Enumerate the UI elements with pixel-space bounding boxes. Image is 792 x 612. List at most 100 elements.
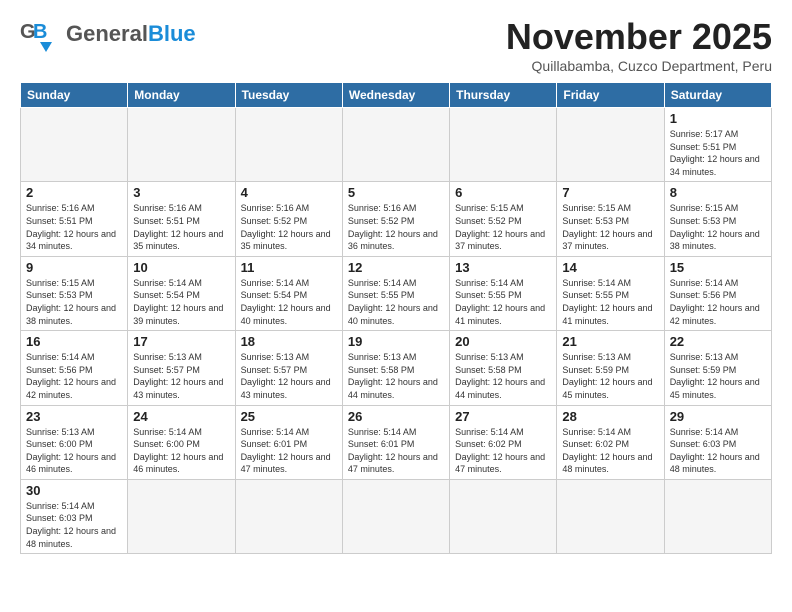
day-info: Sunrise: 5:14 AMSunset: 5:55 PMDaylight:…	[562, 277, 658, 327]
header-sunday: Sunday	[21, 83, 128, 108]
day-number: 9	[26, 260, 122, 275]
table-row: 25 Sunrise: 5:14 AMSunset: 6:01 PMDayligh…	[235, 405, 342, 479]
day-info: Sunrise: 5:14 AMSunset: 6:03 PMDaylight:…	[670, 426, 766, 476]
day-info: Sunrise: 5:13 AMSunset: 5:59 PMDaylight:…	[670, 351, 766, 401]
day-number: 29	[670, 409, 766, 424]
table-row: 9 Sunrise: 5:15 AMSunset: 5:53 PMDaylight…	[21, 256, 128, 330]
day-info: Sunrise: 5:14 AMSunset: 6:00 PMDaylight:…	[133, 426, 229, 476]
day-info: Sunrise: 5:16 AMSunset: 5:52 PMDaylight:…	[241, 202, 337, 252]
day-info: Sunrise: 5:14 AMSunset: 5:55 PMDaylight:…	[348, 277, 444, 327]
table-row: 19Sunrise: 5:13 AMSunset: 5:58 PMDayligh…	[342, 331, 449, 405]
day-info: Sunrise: 5:16 AMSunset: 5:51 PMDaylight:…	[26, 202, 122, 252]
day-info: Sunrise: 5:13 AMSunset: 5:57 PMDaylight:…	[241, 351, 337, 401]
table-row	[557, 479, 664, 553]
table-row: 20 Sunrise: 5:13 AMSunset: 5:58 PMDayligh…	[450, 331, 557, 405]
day-number: 23	[26, 409, 122, 424]
table-row: 17Sunrise: 5:13 AMSunset: 5:57 PMDayligh…	[128, 331, 235, 405]
day-info: Sunrise: 5:14 AMSunset: 6:02 PMDaylight:…	[562, 426, 658, 476]
weekday-header-row: Sunday Monday Tuesday Wednesday Thursday…	[21, 83, 772, 108]
day-info: Sunrise: 5:14 AMSunset: 6:01 PMDaylight:…	[348, 426, 444, 476]
day-info: Sunrise: 5:13 AMSunset: 6:00 PMDaylight:…	[26, 426, 122, 476]
day-number: 12	[348, 260, 444, 275]
table-row	[342, 108, 449, 182]
table-row: 2 Sunrise: 5:16 AMSunset: 5:51 PMDaylight…	[21, 182, 128, 256]
table-row: 13Sunrise: 5:14 AMSunset: 5:55 PMDayligh…	[450, 256, 557, 330]
day-number: 14	[562, 260, 658, 275]
table-row: 1 Sunrise: 5:17 AMSunset: 5:51 PMDaylight…	[664, 108, 771, 182]
header-monday: Monday	[128, 83, 235, 108]
day-info: Sunrise: 5:15 AMSunset: 5:53 PMDaylight:…	[670, 202, 766, 252]
month-title: November 2025	[506, 16, 772, 58]
table-row: 24 Sunrise: 5:14 AMSunset: 6:00 PMDayligh…	[128, 405, 235, 479]
table-row: 7Sunrise: 5:15 AMSunset: 5:53 PMDaylight…	[557, 182, 664, 256]
day-info: Sunrise: 5:14 AMSunset: 6:03 PMDaylight:…	[26, 500, 122, 550]
table-row	[128, 108, 235, 182]
day-info: Sunrise: 5:14 AMSunset: 6:01 PMDaylight:…	[241, 426, 337, 476]
day-info: Sunrise: 5:16 AMSunset: 5:52 PMDaylight:…	[348, 202, 444, 252]
svg-text:B: B	[33, 21, 47, 43]
day-info: Sunrise: 5:15 AMSunset: 5:53 PMDaylight:…	[26, 277, 122, 327]
table-row	[128, 479, 235, 553]
calendar-row: 2 Sunrise: 5:16 AMSunset: 5:51 PMDaylight…	[21, 182, 772, 256]
calendar-row: 16Sunrise: 5:14 AMSunset: 5:56 PMDayligh…	[21, 331, 772, 405]
table-row: 12 Sunrise: 5:14 AMSunset: 5:55 PMDayligh…	[342, 256, 449, 330]
day-info: Sunrise: 5:13 AMSunset: 5:59 PMDaylight:…	[562, 351, 658, 401]
day-info: Sunrise: 5:14 AMSunset: 5:56 PMDaylight:…	[670, 277, 766, 327]
table-row	[664, 479, 771, 553]
header-tuesday: Tuesday	[235, 83, 342, 108]
day-number: 1	[670, 111, 766, 126]
header-wednesday: Wednesday	[342, 83, 449, 108]
table-row: 5Sunrise: 5:16 AMSunset: 5:52 PMDaylight…	[342, 182, 449, 256]
table-row: 30 Sunrise: 5:14 AMSunset: 6:03 PMDayligh…	[21, 479, 128, 553]
calendar-row: 30 Sunrise: 5:14 AMSunset: 6:03 PMDayligh…	[21, 479, 772, 553]
table-row	[450, 108, 557, 182]
table-row: 27 Sunrise: 5:14 AMSunset: 6:02 PMDayligh…	[450, 405, 557, 479]
day-info: Sunrise: 5:13 AMSunset: 5:57 PMDaylight:…	[133, 351, 229, 401]
day-number: 21	[562, 334, 658, 349]
calendar-row: 1 Sunrise: 5:17 AMSunset: 5:51 PMDaylight…	[21, 108, 772, 182]
table-row	[342, 479, 449, 553]
header-thursday: Thursday	[450, 83, 557, 108]
day-number: 18	[241, 334, 337, 349]
logo-text-general: General	[66, 21, 148, 46]
day-number: 20	[455, 334, 551, 349]
day-number: 25	[241, 409, 337, 424]
day-number: 27	[455, 409, 551, 424]
table-row	[235, 108, 342, 182]
table-row: 23 Sunrise: 5:13 AMSunset: 6:00 PMDayligh…	[21, 405, 128, 479]
table-row: 21 Sunrise: 5:13 AMSunset: 5:59 PMDayligh…	[557, 331, 664, 405]
table-row	[450, 479, 557, 553]
table-row: 4 Sunrise: 5:16 AMSunset: 5:52 PMDaylight…	[235, 182, 342, 256]
table-row	[557, 108, 664, 182]
day-number: 24	[133, 409, 229, 424]
header-friday: Friday	[557, 83, 664, 108]
table-row: 11Sunrise: 5:14 AMSunset: 5:54 PMDayligh…	[235, 256, 342, 330]
calendar: Sunday Monday Tuesday Wednesday Thursday…	[20, 82, 772, 554]
table-row: 29 Sunrise: 5:14 AMSunset: 6:03 PMDayligh…	[664, 405, 771, 479]
day-number: 26	[348, 409, 444, 424]
table-row: 15Sunrise: 5:14 AMSunset: 5:56 PMDayligh…	[664, 256, 771, 330]
table-row: 26 Sunrise: 5:14 AMSunset: 6:01 PMDayligh…	[342, 405, 449, 479]
day-info: Sunrise: 5:13 AMSunset: 5:58 PMDaylight:…	[455, 351, 551, 401]
day-info: Sunrise: 5:17 AMSunset: 5:51 PMDaylight:…	[670, 128, 766, 178]
day-number: 22	[670, 334, 766, 349]
day-number: 19	[348, 334, 444, 349]
day-number: 4	[241, 185, 337, 200]
page-header: G B GeneralBlue November 2025 Quillabamb…	[20, 16, 772, 74]
location: Quillabamba, Cuzco Department, Peru	[506, 58, 772, 74]
day-number: 16	[26, 334, 122, 349]
table-row	[235, 479, 342, 553]
day-info: Sunrise: 5:14 AMSunset: 6:02 PMDaylight:…	[455, 426, 551, 476]
day-number: 3	[133, 185, 229, 200]
day-number: 10	[133, 260, 229, 275]
table-row: 14 Sunrise: 5:14 AMSunset: 5:55 PMDayligh…	[557, 256, 664, 330]
table-row	[21, 108, 128, 182]
title-block: November 2025 Quillabamba, Cuzco Departm…	[506, 16, 772, 74]
day-number: 7	[562, 185, 658, 200]
header-saturday: Saturday	[664, 83, 771, 108]
day-number: 6	[455, 185, 551, 200]
logo-text-blue: Blue	[148, 21, 196, 46]
day-number: 2	[26, 185, 122, 200]
day-number: 30	[26, 483, 122, 498]
day-info: Sunrise: 5:14 AMSunset: 5:55 PMDaylight:…	[455, 277, 551, 327]
